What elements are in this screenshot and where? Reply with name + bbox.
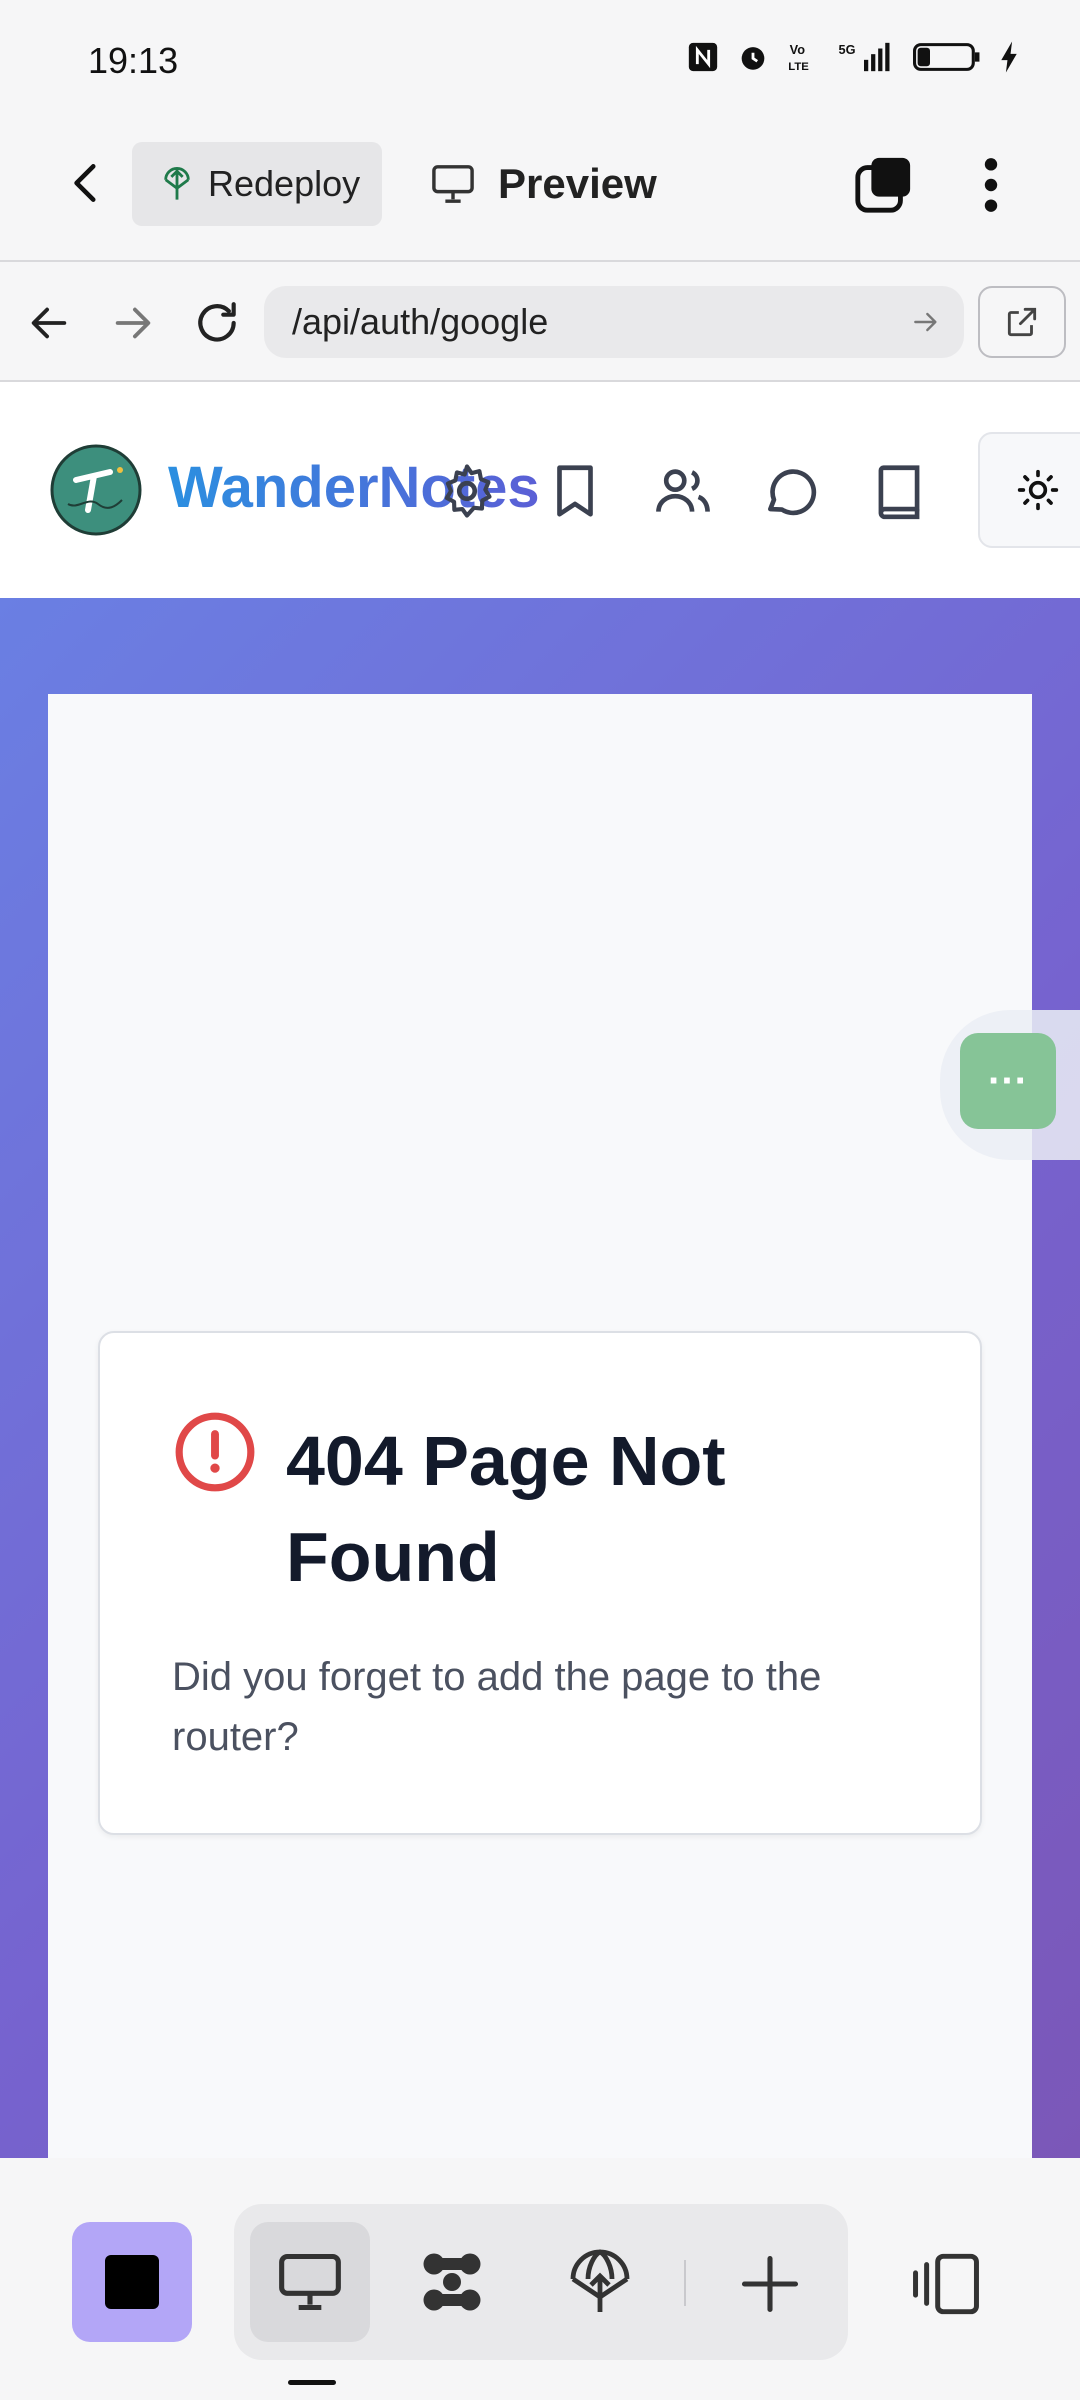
preview-button[interactable]: Preview	[430, 142, 657, 226]
content-panel: 404 Page Not Found Did you forget to add…	[48, 694, 1032, 2174]
status-icons: Vo LTE 5G	[686, 40, 1020, 74]
book-icon[interactable]	[868, 460, 930, 522]
integrations-icon[interactable]	[416, 2246, 488, 2318]
nfc-icon	[688, 42, 718, 72]
logo-icon[interactable]	[50, 444, 142, 536]
more-vertical-icon[interactable]	[966, 154, 1016, 216]
url-input[interactable]: /api/auth/google	[264, 286, 964, 358]
status-time: 19:13	[88, 40, 179, 81]
open-external-button[interactable]	[978, 286, 1066, 358]
monitor-icon	[432, 165, 474, 203]
error-message: Did you forget to add the page to the ro…	[172, 1655, 822, 1759]
sun-icon	[1017, 469, 1059, 511]
preview-label: Preview	[498, 160, 657, 207]
error-title: 404 Page Not Found	[286, 1422, 726, 1596]
svg-text:Vo: Vo	[790, 42, 806, 57]
add-icon[interactable]	[736, 2250, 804, 2318]
error-card: 404 Page Not Found Did you forget to add…	[98, 1331, 982, 1835]
external-link-icon	[1007, 307, 1037, 337]
status-bar: 19:13 Vo LTE 5G	[0, 0, 1080, 110]
redeploy-label: Redeploy	[208, 163, 361, 204]
sidebar-toggle-icon[interactable]	[910, 2250, 982, 2318]
floating-menu-button[interactable]: ···	[960, 1033, 1056, 1129]
url-bar: /api/auth/google	[0, 262, 1080, 382]
svg-text:LTE: LTE	[788, 61, 809, 73]
home-indicator	[288, 2380, 336, 2385]
deploy-icon	[164, 167, 190, 200]
volte-icon: Vo LTE	[788, 42, 809, 73]
go-arrow-icon[interactable]	[910, 306, 942, 338]
settings-icon[interactable]	[436, 460, 498, 522]
browser-forward-icon[interactable]	[110, 300, 156, 346]
reload-icon[interactable]	[192, 298, 242, 348]
tabs-icon[interactable]	[852, 154, 914, 216]
battery-icon	[913, 43, 980, 71]
stop-button[interactable]	[72, 2222, 192, 2342]
site-header: WanderNotes	[0, 382, 1080, 598]
theme-toggle-button[interactable]	[978, 432, 1080, 548]
bookmark-icon[interactable]	[544, 460, 606, 522]
page-background: 404 Page Not Found Did you forget to add…	[0, 598, 1080, 2174]
chat-icon[interactable]	[760, 460, 822, 522]
browser-back-icon[interactable]	[26, 300, 72, 346]
alert-circle-icon	[175, 1412, 255, 1492]
users-icon[interactable]	[652, 460, 714, 522]
alarm-icon	[741, 47, 765, 70]
desktop-icon	[279, 2253, 341, 2311]
deploy-globe-icon[interactable]	[564, 2246, 636, 2318]
bottom-toolbar	[0, 2158, 1080, 2400]
svg-text:5G: 5G	[839, 42, 856, 57]
charging-icon	[1001, 41, 1017, 73]
toolbar-divider	[684, 2260, 686, 2306]
back-arrow-icon[interactable]	[62, 158, 112, 208]
signal-5g-icon: 5G	[839, 42, 890, 72]
url-text: /api/auth/google	[292, 301, 549, 342]
app-bar: Redeploy Preview	[0, 110, 1080, 262]
redeploy-button[interactable]: Redeploy	[132, 142, 382, 226]
stop-icon	[105, 2255, 159, 2309]
